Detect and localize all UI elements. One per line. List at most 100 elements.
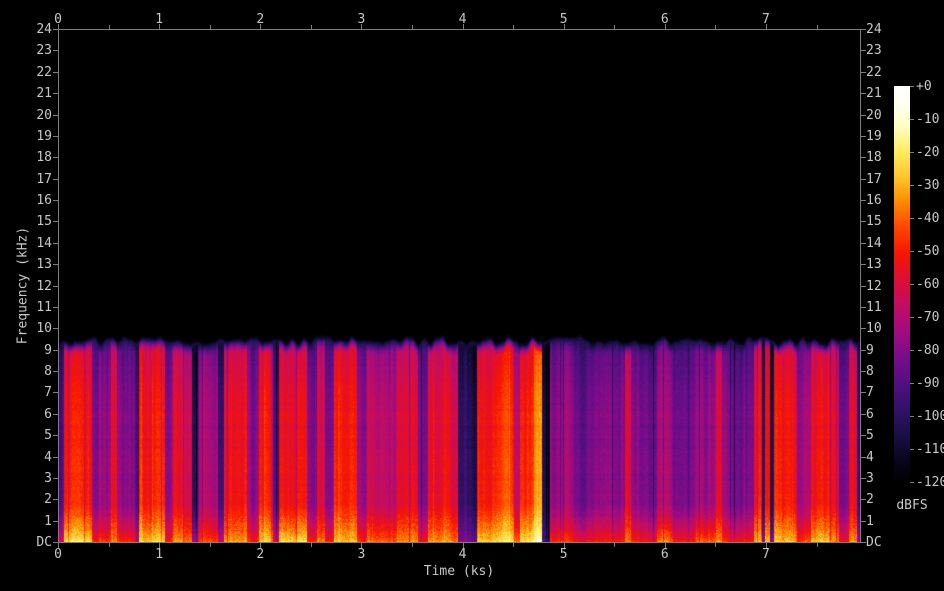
y-tick-label-left: DC <box>36 535 52 550</box>
x-tick-label-top: 1 <box>155 12 164 27</box>
x-minor-tick-bottom <box>108 543 110 547</box>
y-tick-left <box>53 328 58 330</box>
x-minor-tick-bottom <box>310 543 312 547</box>
spectrogram-heatmap <box>58 29 860 542</box>
y-tick-label-left: 2 <box>44 492 52 508</box>
y-tick-label-right: 24 <box>866 22 882 37</box>
x-tick-label-top: 4 <box>458 12 467 27</box>
plot-border-left <box>58 29 59 543</box>
y-axis-title: Frequency (kHz) <box>15 226 31 345</box>
colorbar-tick <box>910 482 914 483</box>
x-minor-tick-top <box>310 25 312 29</box>
colorbar-tick-label: -80 <box>916 343 940 358</box>
y-tick-left <box>53 200 58 201</box>
y-tick-left <box>53 93 58 95</box>
colorbar-tick-label: -50 <box>916 244 940 259</box>
y-tick-label-left: 22 <box>36 64 52 80</box>
y-tick-left <box>53 435 58 437</box>
y-tick-left <box>53 349 58 351</box>
x-minor-tick-bottom <box>816 543 818 547</box>
x-minor-tick-top <box>816 25 818 29</box>
x-minor-tick-bottom <box>614 543 616 547</box>
x-tick-label-bottom: 7 <box>762 547 770 562</box>
colorbar-tick <box>910 218 914 219</box>
colorbar-tick-label: -120 <box>916 475 944 490</box>
y-tick-label-left: 5 <box>44 428 52 444</box>
x-tick-label-top: 7 <box>762 12 770 27</box>
y-tick-left <box>53 392 58 394</box>
x-minor-tick-top <box>513 25 515 29</box>
x-tick-label-bottom: 4 <box>458 547 467 562</box>
colorbar-tick <box>910 383 914 384</box>
y-tick-label-right: DC <box>866 535 882 550</box>
colorbar-tick <box>910 152 914 153</box>
colorbar-tick <box>910 251 914 252</box>
y-tick-left <box>53 285 58 287</box>
x-tick-label-top: 3 <box>357 12 366 27</box>
x-tick-label-top: 6 <box>660 12 669 27</box>
y-tick-left <box>53 456 58 458</box>
y-tick-left <box>53 71 58 73</box>
y-tick-label-right: 23 <box>866 43 882 59</box>
y-tick-left <box>53 242 58 244</box>
colorbar-tick <box>910 284 914 285</box>
x-minor-tick-bottom <box>715 543 717 547</box>
colorbar-tick-label: -70 <box>916 310 940 325</box>
x-tick-label-top: 5 <box>559 12 568 27</box>
y-tick-left <box>53 157 58 159</box>
x-minor-tick-top <box>715 25 717 29</box>
colorbar-tick <box>910 416 914 417</box>
y-tick-left <box>53 50 58 52</box>
y-tick-left <box>53 135 58 137</box>
y-tick-label-left: 20 <box>36 107 52 123</box>
y-tick-left <box>53 499 58 501</box>
y-tick-left <box>53 413 58 415</box>
spectrogram-view: 0 0 1 1 2 2 3 3 4 4 5 5 6 6 7 7 DC DC 1 1 2 2 3 3 4 4 5 5 6 6 7 7 8 8 9 9 10… <box>0 0 944 591</box>
y-tick-left <box>53 178 58 180</box>
y-tick-label-left: 19 <box>36 128 52 144</box>
y-tick-label-left: 3 <box>44 470 52 486</box>
x-tick-label-bottom: 3 <box>357 547 366 562</box>
y-tick-left <box>53 542 58 543</box>
colorbar-tick-label: -10 <box>916 112 940 127</box>
colorbar-tick <box>910 317 914 318</box>
x-minor-tick-bottom <box>411 543 413 547</box>
x-minor-tick-top <box>411 25 413 29</box>
y-tick-left <box>53 520 58 522</box>
y-tick-label-right: 22 <box>866 64 882 80</box>
y-tick-label-left: 24 <box>36 22 52 37</box>
y-tick-left <box>53 221 58 223</box>
x-minor-tick-top <box>108 25 110 29</box>
colorbar-tick <box>910 119 914 120</box>
x-tick-label-bottom: 5 <box>559 547 568 562</box>
plot-border-top <box>58 29 861 30</box>
y-tick-left <box>53 264 58 266</box>
x-minor-tick-bottom <box>513 543 515 547</box>
y-tick-label-right: 1 <box>866 513 874 529</box>
colorbar-tick <box>910 185 914 186</box>
y-tick-label-left: 23 <box>36 43 52 59</box>
colorbar-tick-label: +0 <box>916 79 932 94</box>
colorbar-tick-label: -40 <box>916 211 940 226</box>
plot-border-bottom <box>58 542 861 543</box>
y-tick-label-left: 6 <box>44 406 52 422</box>
x-axis-title: Time (ks) <box>423 564 495 579</box>
x-tick-label-bottom: 1 <box>155 547 164 562</box>
colorbar-tick-label: -110 <box>916 442 944 457</box>
x-tick-label-top: 2 <box>256 12 265 27</box>
colorbar-tick <box>910 449 914 450</box>
y-tick-label-left: 4 <box>44 449 52 465</box>
colorbar-tick <box>910 350 914 351</box>
colorbar-tick-label: -20 <box>916 145 940 160</box>
y-tick-left <box>53 371 58 372</box>
y-tick-label-left: 21 <box>36 86 52 102</box>
y-tick-label-left: 1 <box>44 513 52 529</box>
y-tick-label-left: 18 <box>36 150 52 166</box>
x-tick-label-bottom: 6 <box>660 547 669 562</box>
y-tick-left <box>53 306 58 308</box>
colorbar-tick-label: -100 <box>916 409 944 424</box>
x-tick-label-bottom: 2 <box>256 547 265 562</box>
x-minor-tick-bottom <box>209 543 211 547</box>
x-minor-tick-top <box>209 25 211 29</box>
colorbar-gradient <box>894 86 910 483</box>
